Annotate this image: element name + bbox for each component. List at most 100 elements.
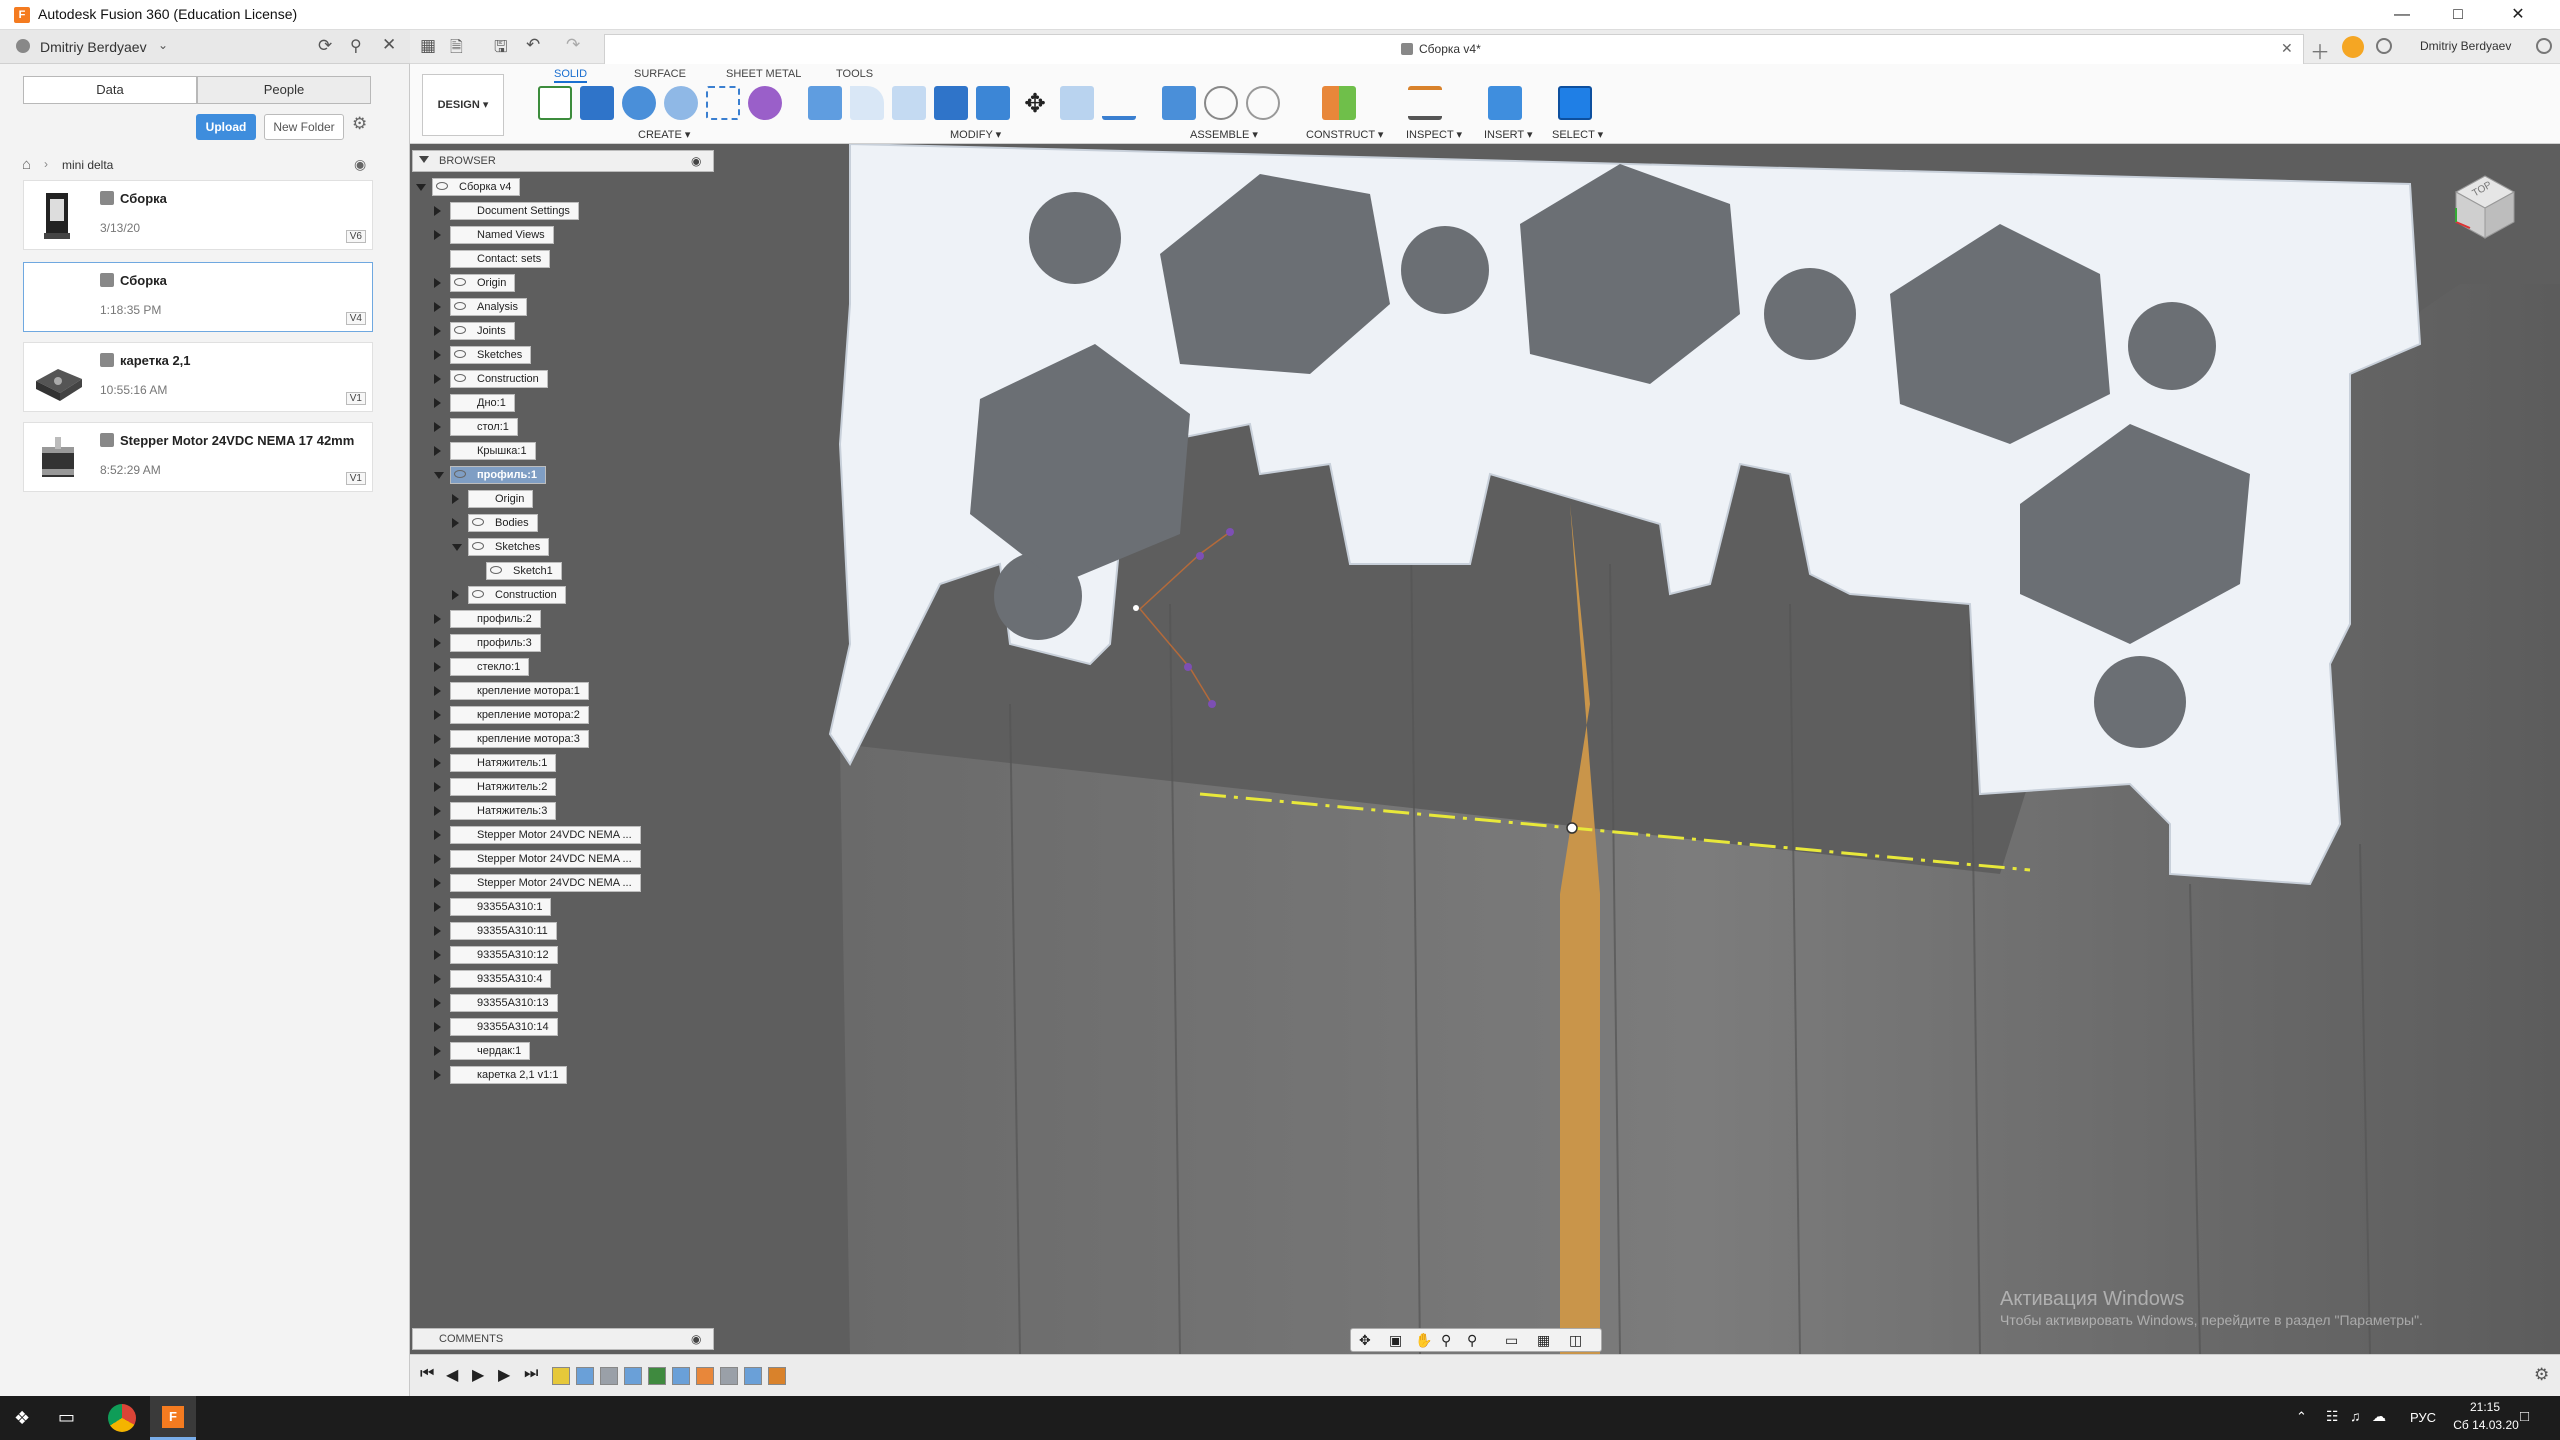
browser-node-label[interactable]: Stepper Motor 24VDC NEMA ... <box>450 874 641 892</box>
chevron-down-icon[interactable]: ⌄ <box>158 38 168 52</box>
breadcrumb-folder[interactable]: mini delta <box>62 158 113 172</box>
browser-node[interactable]: 93355A310:4 <box>412 970 732 988</box>
browser-header[interactable]: BROWSER ◉ <box>412 150 714 172</box>
zoom-icon[interactable]: ⚲ <box>1441 1332 1451 1349</box>
home-icon[interactable]: ⌂ <box>22 156 31 173</box>
browser-node[interactable]: Document Settings <box>412 202 732 220</box>
tab-people[interactable]: People <box>197 76 371 104</box>
browser-node[interactable]: каретка 2,1 v1:1 <box>412 1066 732 1084</box>
comments-add-icon[interactable]: ◉ <box>691 1332 701 1346</box>
model-canvas[interactable] <box>410 144 2560 1354</box>
browser-node[interactable]: Крышка:1 <box>412 442 732 460</box>
scale-icon[interactable] <box>1060 86 1094 120</box>
select-icon[interactable] <box>1558 86 1592 120</box>
browser-node[interactable]: Origin <box>412 490 732 508</box>
group-select[interactable]: SELECT ▾ <box>1552 128 1603 141</box>
extrude-icon[interactable] <box>580 86 614 120</box>
visibility-eye-icon[interactable] <box>436 182 448 190</box>
new-component-icon[interactable] <box>1162 86 1196 120</box>
tab-sheet-metal[interactable]: SHEET METAL <box>726 68 801 80</box>
file-card[interactable]: каретка 2,1 10:55:16 AM V1 <box>23 342 373 412</box>
play-icon[interactable]: ▶ <box>472 1365 484 1385</box>
close-window-button[interactable]: ✕ <box>2490 0 2546 30</box>
expand-toggle-icon[interactable] <box>434 206 441 216</box>
expand-toggle-icon[interactable] <box>434 614 441 624</box>
revolve-icon[interactable] <box>622 86 656 120</box>
browser-node-label[interactable]: стекло:1 <box>450 658 530 676</box>
expand-toggle-icon[interactable] <box>416 184 426 191</box>
browser-node[interactable]: Сборка v4 <box>412 178 732 196</box>
browser-node[interactable]: чердак:1 <box>412 1042 732 1060</box>
user-menu[interactable]: Dmitriy Berdyaev <box>40 39 147 55</box>
as-built-joint-icon[interactable] <box>1246 86 1280 120</box>
browser-node-label[interactable]: 93355A310:4 <box>450 970 552 988</box>
browser-node-label[interactable]: Натяжитель:1 <box>450 754 557 772</box>
timeline-feature-icon[interactable] <box>768 1367 786 1385</box>
create-sketch-icon[interactable] <box>538 86 572 120</box>
expand-toggle-icon[interactable] <box>434 446 441 456</box>
file-card[interactable]: Stepper Motor 24VDC NEMA 17 42mm 8:52:29… <box>23 422 373 492</box>
visibility-eye-icon[interactable] <box>454 470 466 478</box>
pan-icon[interactable]: ✋ <box>1415 1332 1432 1349</box>
browser-node-label[interactable]: 93355A310:13 <box>450 994 558 1012</box>
grid-settings-icon[interactable]: ▦ <box>1537 1332 1550 1349</box>
visibility-eye-icon[interactable] <box>454 278 466 286</box>
expand-toggle-icon[interactable] <box>434 782 441 792</box>
version-badge[interactable]: V4 <box>345 312 366 325</box>
browser-node-label[interactable]: крепление мотора:1 <box>450 682 589 700</box>
browser-node-label[interactable]: Stepper Motor 24VDC NEMA ... <box>450 850 641 868</box>
tab-data[interactable]: Data <box>23 76 197 104</box>
timeline-feature-icon[interactable] <box>696 1367 714 1385</box>
browser-node-label[interactable]: 93355A310:14 <box>450 1018 558 1036</box>
workspace-switcher[interactable]: DESIGN ▾ <box>422 74 504 136</box>
group-assemble[interactable]: ASSEMBLE ▾ <box>1190 128 1258 141</box>
browser-node[interactable]: Analysis <box>412 298 732 316</box>
browser-node[interactable]: крепление мотора:3 <box>412 730 732 748</box>
expand-toggle-icon[interactable] <box>434 950 441 960</box>
new-tab-icon[interactable]: ＋ <box>2310 36 2330 65</box>
browser-node-label[interactable]: профиль:3 <box>450 634 541 652</box>
expand-toggle-icon[interactable] <box>434 638 441 648</box>
split-face-icon[interactable] <box>1102 86 1136 120</box>
browser-node[interactable]: 93355A310:1 <box>412 898 732 916</box>
browser-node[interactable]: Construction <box>412 586 732 604</box>
expand-toggle-icon[interactable] <box>434 830 441 840</box>
browser-node-label[interactable]: чердак:1 <box>450 1042 531 1060</box>
step-back-icon[interactable]: ◀ <box>446 1365 458 1385</box>
browser-node[interactable]: Named Views <box>412 226 732 244</box>
browser-node[interactable]: Натяжитель:3 <box>412 802 732 820</box>
browser-node-label[interactable]: 93355A310:11 <box>450 922 557 940</box>
browser-node[interactable]: профиль:2 <box>412 610 732 628</box>
maximize-button[interactable]: □ <box>2430 0 2486 30</box>
go-to-start-icon[interactable]: ⏮ <box>420 1365 434 1383</box>
expand-toggle-icon[interactable] <box>434 926 441 936</box>
search-icon[interactable]: ⚲ <box>350 36 362 56</box>
expand-toggle-icon[interactable] <box>434 1070 441 1080</box>
visibility-eye-icon[interactable] <box>454 374 466 382</box>
action-center-icon[interactable]: □ <box>2520 1408 2529 1425</box>
save-icon[interactable]: 🖫 <box>494 36 508 63</box>
browser-node[interactable]: Дно:1 <box>412 394 732 412</box>
windows-start-icon[interactable]: ❖ <box>14 1408 30 1429</box>
timeline-feature-icon[interactable] <box>624 1367 642 1385</box>
expand-toggle-icon[interactable] <box>434 662 441 672</box>
visibility-eye-icon[interactable] <box>472 542 484 550</box>
collapse-icon[interactable] <box>419 156 429 163</box>
task-view-icon[interactable]: ▭ <box>58 1407 75 1428</box>
browser-node[interactable]: Натяжитель:2 <box>412 778 732 796</box>
browser-node-label[interactable]: каретка 2,1 v1:1 <box>450 1066 568 1084</box>
group-insert[interactable]: INSERT ▾ <box>1484 128 1533 141</box>
tab-solid[interactable]: SOLID <box>554 68 588 83</box>
browser-node[interactable]: профиль:1 <box>412 466 732 484</box>
group-construct[interactable]: CONSTRUCT ▾ <box>1306 128 1383 141</box>
fillet-icon[interactable] <box>850 86 884 120</box>
comments-panel[interactable]: COMMENTS ◉ <box>412 1328 714 1350</box>
expand-toggle-icon[interactable] <box>434 472 444 479</box>
volume-icon[interactable]: ♫ <box>2350 1408 2361 1424</box>
browser-node[interactable]: Contact: sets <box>412 250 732 268</box>
tab-tools[interactable]: TOOLS <box>836 68 873 80</box>
browser-node[interactable]: 93355A310:14 <box>412 1018 732 1036</box>
network-icon[interactable]: ☷ <box>2326 1408 2339 1425</box>
browser-node-label[interactable]: крепление мотора:2 <box>450 706 589 724</box>
insert-canvas-icon[interactable] <box>1488 86 1522 120</box>
